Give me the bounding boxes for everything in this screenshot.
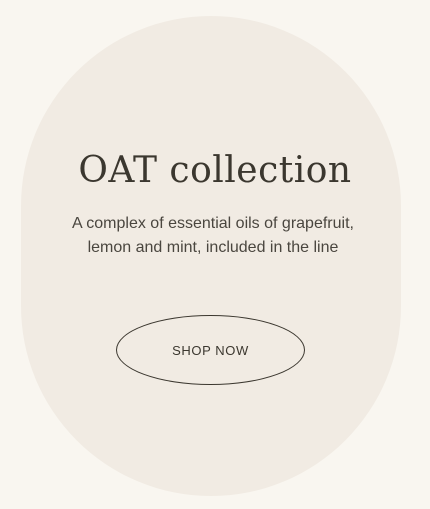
shop-now-label: SHOP NOW <box>172 342 249 358</box>
shop-now-button[interactable]: SHOP NOW <box>116 315 305 385</box>
collection-title: OAT collection <box>78 150 352 191</box>
collection-description: A complex of essential oils of grapefrui… <box>72 215 354 256</box>
